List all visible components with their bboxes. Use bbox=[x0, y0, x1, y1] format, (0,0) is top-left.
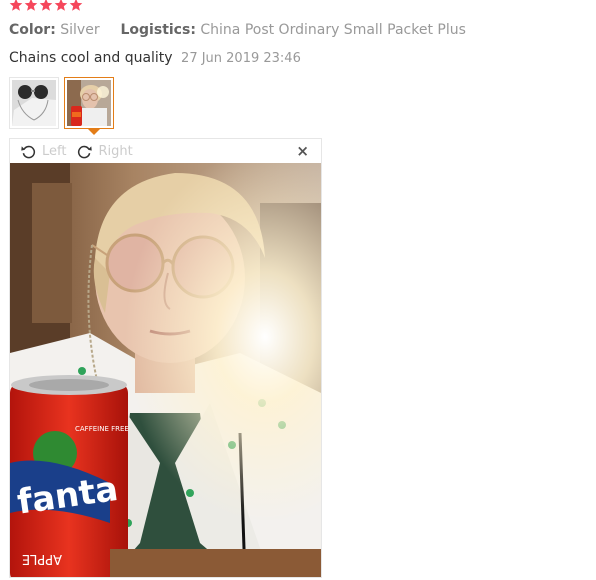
star-icon bbox=[39, 0, 53, 11]
rotate-right-button[interactable]: Right bbox=[76, 143, 133, 160]
close-icon: × bbox=[296, 142, 309, 160]
thumbnail-sunglasses[interactable] bbox=[9, 77, 59, 129]
star-icon bbox=[69, 0, 83, 11]
review-panel: Color: Silver Logistics: China Post Ordi… bbox=[0, 0, 596, 580]
order-info: Color: Silver Logistics: China Post Ordi… bbox=[9, 21, 466, 39]
star-icon bbox=[54, 0, 68, 11]
logistics-value: China Post Ordinary Small Packet Plus bbox=[200, 22, 466, 38]
selfie-thumbnail-image bbox=[67, 80, 111, 126]
rotate-left-label: Left bbox=[42, 143, 67, 159]
photo-thumbnails bbox=[9, 77, 114, 129]
review-content: Chains cool and quality 27 Jun 2019 23:4… bbox=[9, 49, 301, 68]
can-flavor-text: APPLE bbox=[22, 551, 62, 566]
viewer-toolbar: Left Right × bbox=[10, 139, 321, 163]
review-text: Chains cool and quality bbox=[9, 50, 173, 66]
rotate-left-button[interactable]: Left bbox=[20, 143, 66, 160]
close-viewer-button[interactable]: × bbox=[296, 142, 309, 160]
review-date: 27 Jun 2019 23:46 bbox=[181, 51, 301, 66]
star-icon bbox=[24, 0, 38, 11]
color-label: Color: bbox=[9, 22, 56, 38]
image-viewer: Left Right × fanta CAFFEINE FREE APPLE bbox=[9, 138, 322, 578]
review-photo: fanta CAFFEINE FREE APPLE bbox=[10, 163, 321, 577]
color-value: Silver bbox=[60, 22, 100, 38]
selected-thumbnail-pointer bbox=[88, 129, 100, 135]
can-caffeine-text: CAFFEINE FREE bbox=[75, 425, 129, 433]
selfie-photo: fanta CAFFEINE FREE APPLE bbox=[10, 163, 321, 577]
star-rating bbox=[9, 0, 83, 12]
logistics-label: Logistics: bbox=[120, 22, 196, 38]
rotate-left-icon bbox=[21, 145, 36, 158]
rotate-right-icon bbox=[78, 145, 93, 158]
sunglasses-thumbnail-image bbox=[12, 80, 56, 126]
rotate-right-label: Right bbox=[98, 143, 133, 159]
star-icon bbox=[9, 0, 23, 11]
thumbnail-selfie[interactable] bbox=[64, 77, 114, 129]
